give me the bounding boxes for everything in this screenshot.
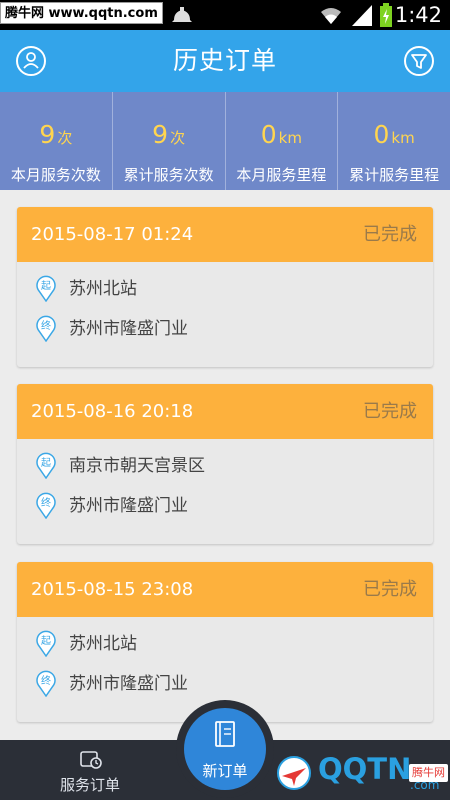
end-pin-icon: 终 — [36, 315, 56, 342]
start-pin-icon: 起 — [36, 275, 56, 302]
stat-value: 9次 — [39, 120, 73, 149]
stats-bar: 9次 本月服务次数 9次 累计服务次数 0 km 本月服务里程 0 km 累计服务里… — [0, 92, 450, 190]
svg-text:起: 起 — [41, 280, 51, 292]
status-icons — [0, 0, 450, 30]
new-order-button[interactable]: 新订单 — [184, 708, 266, 790]
order-header: 2015-08-15 23:08 已完成 — [17, 562, 433, 617]
logo-badge: 腾牛网 — [409, 764, 448, 782]
new-order-icon — [215, 721, 235, 747]
stat-value: 9次 — [152, 120, 186, 149]
end-location-row: 终 苏州市隆盛门业 — [35, 491, 415, 521]
svg-text:起: 起 — [41, 457, 51, 469]
order-history-icon — [80, 751, 102, 769]
header: 历史订单 — [0, 30, 450, 92]
stat-label: 累计服务次数 — [123, 166, 214, 184]
filter-button[interactable] — [404, 46, 434, 76]
order-card[interactable]: 2015-08-17 01:24 已完成 起 苏州北站 终 苏州市隆盛门业 — [17, 207, 433, 367]
new-order-label: 新订单 — [202, 762, 248, 780]
stat-monthly-mileage: 0 km 本月服务里程 — [226, 92, 339, 190]
order-card[interactable]: 2015-08-15 23:08 已完成 起 苏州北站 终 苏州市隆盛门业 — [17, 562, 433, 722]
stat-total-count: 9次 累计服务次数 — [113, 92, 226, 190]
start-pin-icon: 起 — [36, 630, 56, 657]
end-location: 苏州市隆盛门业 — [69, 674, 188, 694]
svg-text:终: 终 — [41, 496, 51, 509]
order-body: 起 南京市朝天宫景区 终 苏州市隆盛门业 — [17, 439, 433, 544]
order-body: 起 苏州北站 终 苏州市隆盛门业 — [17, 262, 433, 367]
new-order-ring: 新订单 — [176, 700, 274, 798]
signal-icon — [352, 5, 372, 26]
order-datetime: 2015-08-15 23:08 — [31, 579, 194, 600]
tab-label: 服务订单 — [59, 776, 120, 794]
start-location: 苏州北站 — [69, 279, 137, 299]
svg-text:终: 终 — [41, 319, 51, 332]
end-location: 苏州市隆盛门业 — [69, 319, 188, 339]
notification-icon — [172, 7, 192, 22]
status-bar: 腾牛网 www.qqtn.com 1:42 — [0, 0, 450, 30]
battery-charging-icon — [380, 3, 392, 27]
stat-label: 本月服务里程 — [236, 166, 327, 184]
order-datetime: 2015-08-16 20:18 — [31, 401, 194, 422]
svg-text:起: 起 — [41, 635, 51, 647]
filter-icon — [411, 54, 427, 69]
start-location-row: 起 南京市朝天宫景区 — [35, 451, 415, 481]
stat-label: 本月服务次数 — [10, 166, 101, 184]
order-card[interactable]: 2015-08-16 20:18 已完成 起 南京市朝天宫景区 终 苏州市隆盛门… — [17, 384, 433, 544]
end-location-row: 终 苏州市隆盛门业 — [35, 314, 415, 344]
end-location: 苏州市隆盛门业 — [69, 496, 188, 516]
stat-value: 0 km — [260, 120, 302, 149]
stat-total-mileage: 0 km 累计服务里程 — [338, 92, 450, 190]
stat-value: 0 km — [373, 120, 415, 149]
order-header: 2015-08-17 01:24 已完成 — [17, 207, 433, 262]
plane-logo-icon — [277, 756, 311, 790]
order-status: 已完成 — [363, 224, 417, 245]
stat-label: 累计服务里程 — [349, 166, 440, 184]
start-location: 苏州北站 — [69, 634, 137, 654]
order-status: 已完成 — [363, 401, 417, 422]
svg-text:终: 终 — [41, 674, 51, 687]
start-location-row: 起 苏州北站 — [35, 629, 415, 659]
status-time: 1:42 — [394, 3, 442, 27]
order-header: 2015-08-16 20:18 已完成 — [17, 384, 433, 439]
order-datetime: 2015-08-17 01:24 — [31, 224, 194, 245]
order-status: 已完成 — [363, 579, 417, 600]
start-location: 南京市朝天宫景区 — [69, 456, 205, 476]
watermark-logo: QQTN .com 腾牛网 — [270, 744, 450, 800]
logo-text: QQTN — [318, 752, 412, 786]
end-pin-icon: 终 — [36, 670, 56, 697]
end-location-row: 终 苏州市隆盛门业 — [35, 669, 415, 699]
start-pin-icon: 起 — [36, 452, 56, 479]
tab-service-orders[interactable]: 服务订单 — [35, 740, 145, 800]
page-title: 历史订单 — [172, 46, 277, 75]
stat-monthly-count: 9次 本月服务次数 — [0, 92, 113, 190]
end-pin-icon: 终 — [36, 492, 56, 519]
start-location-row: 起 苏州北站 — [35, 274, 415, 304]
wifi-icon — [321, 8, 341, 24]
